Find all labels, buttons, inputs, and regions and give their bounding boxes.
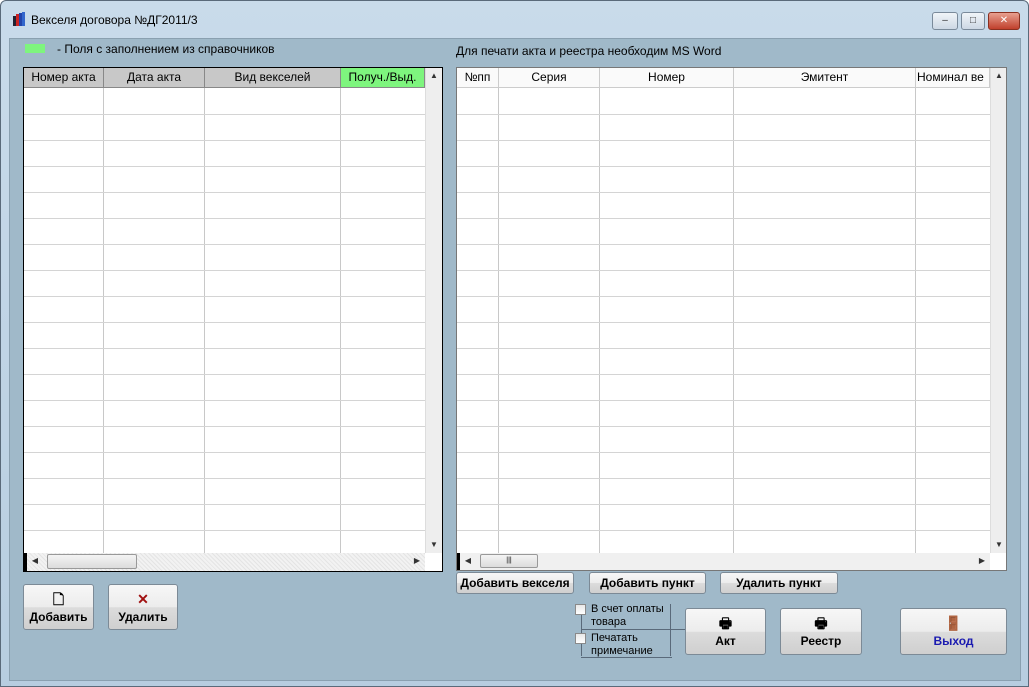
table-row [457, 504, 990, 505]
table-row [457, 348, 990, 349]
registry-print-button[interactable]: 🖶 Реестр [780, 608, 862, 655]
scroll-up-icon[interactable]: ▲ [426, 68, 442, 84]
minimize-button[interactable]: – [932, 12, 958, 30]
table-row [24, 192, 425, 193]
column-divider [340, 88, 341, 553]
group-divider [581, 629, 685, 630]
exit-button-label: Выход [933, 634, 974, 648]
table-row [24, 270, 425, 271]
table-row [24, 374, 425, 375]
add-button[interactable]: 🗋 Добавить [23, 584, 94, 630]
table-row [24, 504, 425, 505]
scroll-thumb[interactable] [47, 554, 137, 569]
scroll-left-icon[interactable]: ◀ [27, 553, 43, 569]
col-header-issuer[interactable]: Эмитент [734, 68, 916, 88]
table-row [457, 478, 990, 479]
table-row [457, 322, 990, 323]
maximize-button[interactable]: □ [961, 12, 985, 30]
col-header-bill-number[interactable]: Номер [600, 68, 734, 88]
col-header-number[interactable]: №пп [457, 68, 499, 88]
new-document-icon: 🗋 [52, 591, 65, 607]
table-row [457, 400, 990, 401]
table-row [457, 270, 990, 271]
table-row [24, 322, 425, 323]
delete-button-label: Удалить [118, 610, 168, 624]
act-button-label: Акт [715, 634, 736, 648]
table-row [24, 348, 425, 349]
payment-checkbox[interactable] [575, 604, 586, 615]
table-row [24, 296, 425, 297]
vertical-scrollbar[interactable]: ▲ ▼ [990, 68, 1006, 553]
scroll-down-icon[interactable]: ▼ [426, 537, 442, 553]
print-note-checkbox-label: Печатать примечание [591, 632, 653, 657]
horizontal-scrollbar[interactable]: ◀ ▶ [24, 553, 425, 571]
add-button-label: Добавить [29, 610, 88, 624]
column-divider [204, 88, 205, 553]
column-divider [599, 88, 600, 553]
table-row [24, 426, 425, 427]
table-row [457, 114, 990, 115]
add-item-button[interactable]: Добавить пункт [589, 572, 706, 594]
window-title: Векселя договора №ДГ2011/3 [31, 13, 198, 27]
column-divider [103, 88, 104, 553]
col-header-act-number[interactable]: Номер акта [24, 68, 104, 88]
col-header-nominal[interactable]: Номинал ве [916, 68, 990, 88]
scroll-left-icon[interactable]: ◀ [460, 553, 476, 569]
table-row [457, 530, 990, 531]
column-divider [733, 88, 734, 553]
legend-text: - Поля с заполнением из справочников [57, 42, 275, 56]
legend-swatch [25, 44, 45, 53]
table-row [457, 192, 990, 193]
printer-icon: 🖶 [814, 615, 828, 631]
table-row [24, 140, 425, 141]
scroll-thumb[interactable]: ||| [480, 554, 538, 568]
print-note-checkbox[interactable] [575, 633, 586, 644]
table-row [24, 218, 425, 219]
bills-table[interactable]: №пп Серия Номер Эмитент Номинал ве ▲ ▼ ◀… [456, 67, 1007, 571]
table-row [457, 166, 990, 167]
scroll-up-icon[interactable]: ▲ [991, 68, 1006, 84]
scroll-right-icon[interactable]: ▶ [409, 553, 425, 569]
scroll-right-icon[interactable]: ▶ [974, 553, 990, 569]
scroll-down-icon[interactable]: ▼ [991, 537, 1006, 553]
table-row [457, 374, 990, 375]
acts-table[interactable]: Номер акта Дата акта Вид векселей Получ.… [23, 67, 443, 572]
table-row [24, 452, 425, 453]
act-print-button[interactable]: 🖶 Акт [685, 608, 766, 655]
column-divider [498, 88, 499, 553]
col-header-bill-type[interactable]: Вид векселей [205, 68, 341, 88]
table-row [24, 166, 425, 167]
add-bills-button[interactable]: Добавить векселя [456, 572, 574, 594]
column-divider [915, 88, 916, 553]
delete-button[interactable]: ✕ Удалить [108, 584, 178, 630]
table-row [457, 218, 990, 219]
col-header-act-date[interactable]: Дата акта [104, 68, 205, 88]
col-header-received-issued[interactable]: Получ./Выд. [341, 68, 425, 88]
exit-door-icon: 🚪 [944, 615, 963, 631]
app-books-icon [13, 12, 25, 26]
payment-checkbox-label: В счет оплаты товара [591, 603, 664, 628]
table-row [24, 244, 425, 245]
horizontal-scrollbar[interactable]: ◀ ||| ▶ [457, 553, 990, 570]
table-row [24, 400, 425, 401]
table-row [457, 140, 990, 141]
window: Векселя договора №ДГ2011/3 – □ ✕ - Поля … [0, 0, 1029, 687]
table-row [457, 452, 990, 453]
vertical-scrollbar[interactable]: ▲ ▼ [425, 68, 442, 553]
delete-item-button[interactable]: Удалить пункт [720, 572, 838, 594]
table-row [457, 296, 990, 297]
table-row [24, 530, 425, 531]
col-header-series[interactable]: Серия [499, 68, 600, 88]
delete-x-icon: ✕ [137, 591, 149, 607]
word-note: Для печати акта и реестра необходим MS W… [456, 44, 722, 58]
registry-button-label: Реестр [800, 634, 842, 648]
close-button[interactable]: ✕ [988, 12, 1020, 30]
table-row [24, 114, 425, 115]
exit-button[interactable]: 🚪 Выход [900, 608, 1007, 655]
table-row [457, 426, 990, 427]
table-row [24, 478, 425, 479]
printer-icon: 🖶 [718, 615, 733, 631]
table-row [457, 244, 990, 245]
